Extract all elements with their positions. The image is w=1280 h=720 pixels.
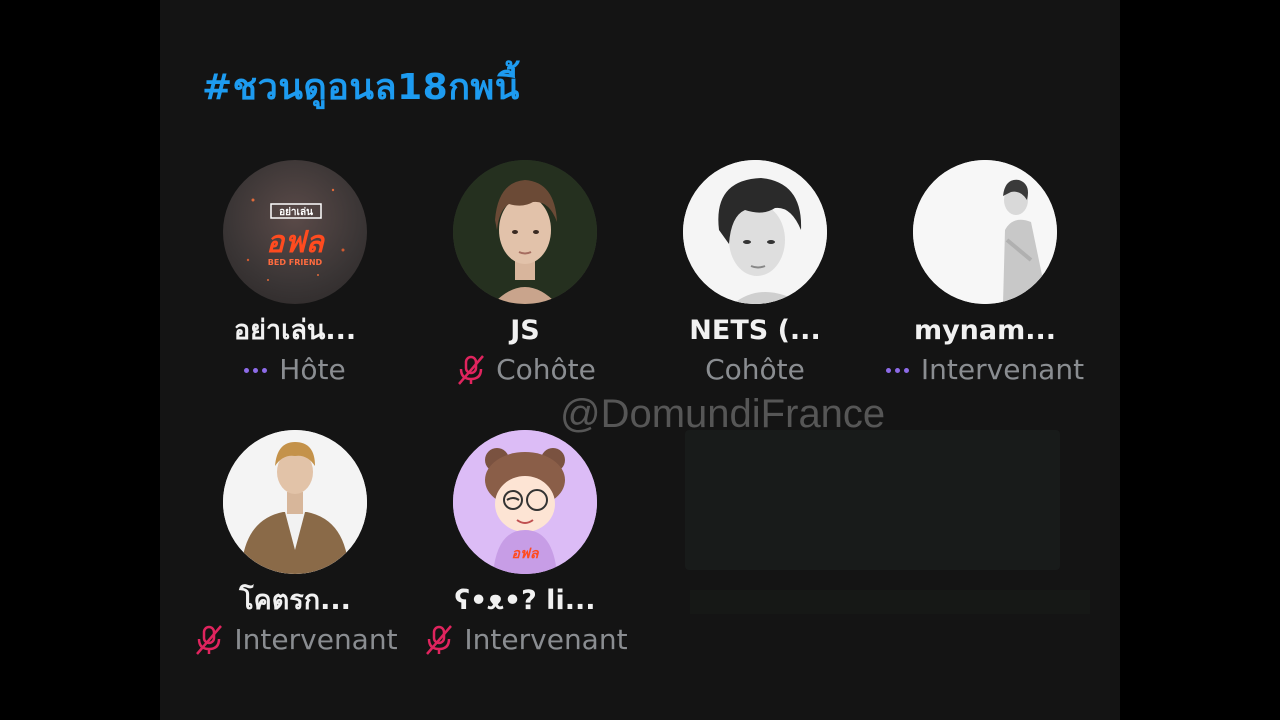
speaking-dots-icon [885, 367, 909, 373]
speaker-name: JS [510, 315, 540, 346]
speaker-role-row: Cohôte [640, 352, 870, 388]
speaker-role: Hôte [279, 353, 346, 386]
mic-muted-icon [196, 625, 223, 655]
speaker-name: โคตรก... [239, 585, 351, 616]
speaker-role-row: Cohôte [410, 352, 640, 388]
speaker-role: Cohôte [496, 353, 596, 386]
speaker-card-speaker-mynam[interactable]: mynam... Intervenant [870, 160, 1100, 388]
logo-main-text: อฟล [512, 546, 540, 562]
portrait-avatar [913, 160, 1057, 304]
background-ghost-strip [690, 590, 1090, 614]
portrait-avatar [453, 160, 597, 304]
background-ghost-panel [685, 430, 1060, 570]
portrait-avatar [683, 160, 827, 304]
avatar[interactable] [683, 160, 827, 304]
speaker-role: Cohôte [705, 353, 805, 386]
space-title-hashtag[interactable]: #ชวนดูอนล18กพนี้ [202, 58, 520, 115]
speaker-role: Intervenant [920, 353, 1085, 386]
speaker-role: Intervenant [464, 623, 628, 656]
speaker-card-speaker-6[interactable]: อฟล ʕ•ᴥ•? li... Intervenant [410, 430, 640, 658]
speaker-card-host[interactable]: อย่าเล่น อฟล BED FRIEND อย่าเล่น... Hôte [180, 160, 410, 388]
watermark-text: @DomundiFrance [560, 392, 886, 436]
avatar[interactable] [453, 160, 597, 304]
speaker-role-row: Hôte [180, 352, 410, 388]
speaker-card-cohost-nets[interactable]: NETS (... Cohôte [640, 160, 870, 388]
speaker-role-row: Intervenant [870, 352, 1100, 388]
spaces-screen: #ชวนดูอนล18กพนี้ อย่าเล่น อฟล BED FRIEND… [160, 0, 1120, 720]
speaker-role-row: Intervenant [410, 622, 640, 658]
speaker-name: mynam... [913, 315, 1057, 346]
logo-top-text: อย่าเล่น [279, 206, 313, 218]
speaking-dots-icon [244, 367, 268, 373]
logo-main-text: อฟล [266, 225, 325, 260]
speaker-name: NETS (... [689, 315, 821, 346]
speaker-role-row: Intervenant [180, 622, 410, 658]
avatar[interactable]: อฟล [453, 430, 597, 574]
bear-cartoon-avatar: อฟล [453, 430, 597, 574]
bed-friend-logo-avatar: อย่าเล่น อฟล BED FRIEND [246, 188, 345, 281]
avatar[interactable]: อย่าเล่น อฟล BED FRIEND [223, 160, 367, 304]
speaker-name: อย่าเล่น... [233, 315, 357, 346]
mic-muted-icon [458, 355, 485, 385]
portrait-avatar [223, 430, 367, 574]
speaker-card-cohost-js[interactable]: JS Cohôte [410, 160, 640, 388]
speaker-card-speaker-5[interactable]: โคตรก... Intervenant [180, 430, 410, 658]
speaker-role: Intervenant [234, 623, 398, 656]
avatar[interactable] [223, 430, 367, 574]
mic-muted-icon [426, 625, 453, 655]
logo-sub-text: BED FRIEND [268, 258, 323, 267]
avatar[interactable] [913, 160, 1057, 304]
speaker-name: ʕ•ᴥ•? li... [454, 585, 596, 616]
